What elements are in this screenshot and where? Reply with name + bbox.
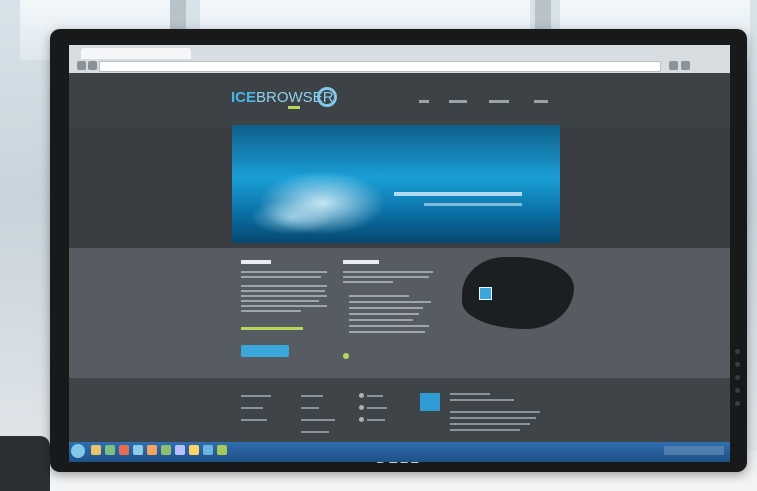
monitor-button bbox=[735, 375, 740, 380]
text-line bbox=[241, 285, 327, 287]
text-line bbox=[241, 300, 319, 302]
nav-item[interactable] bbox=[489, 100, 509, 103]
text-line bbox=[343, 276, 429, 278]
taskbar-app-icon[interactable] bbox=[203, 445, 213, 455]
taskbar-app-icon[interactable] bbox=[133, 445, 143, 455]
cta-button[interactable] bbox=[241, 345, 289, 357]
text-line bbox=[349, 313, 419, 315]
footer-badge bbox=[420, 393, 440, 411]
hero-banner-image bbox=[232, 125, 560, 243]
social-icon[interactable] bbox=[359, 393, 364, 398]
text-line bbox=[241, 310, 301, 312]
footer-link[interactable] bbox=[367, 395, 383, 397]
monitor-button bbox=[735, 401, 740, 406]
text-line bbox=[343, 281, 393, 283]
text-line bbox=[241, 271, 327, 273]
system-tray[interactable] bbox=[664, 446, 724, 455]
photo-scene: DELL ICEBROWSER bbox=[0, 0, 757, 491]
taskbar-app-icon[interactable] bbox=[189, 445, 199, 455]
column-heading bbox=[241, 260, 271, 264]
settings-icon[interactable] bbox=[681, 61, 690, 70]
hero-subheadline bbox=[424, 203, 522, 206]
monitor-screen: ICEBROWSER bbox=[69, 45, 730, 462]
taskbar-app-icon[interactable] bbox=[119, 445, 129, 455]
nav-item[interactable] bbox=[449, 100, 467, 103]
desk-object bbox=[0, 436, 50, 491]
footer-text bbox=[450, 399, 514, 401]
nav-item[interactable] bbox=[534, 100, 548, 103]
map-pin-icon bbox=[479, 287, 492, 300]
browser-tab[interactable] bbox=[81, 48, 191, 59]
monitor-button bbox=[735, 388, 740, 393]
site-footer bbox=[69, 378, 730, 442]
green-link[interactable] bbox=[241, 327, 303, 330]
text-line bbox=[241, 305, 327, 307]
taskbar-app-icon[interactable] bbox=[217, 445, 227, 455]
hero-headline bbox=[394, 192, 522, 196]
taskbar-app-icon[interactable] bbox=[147, 445, 157, 455]
text-line bbox=[241, 276, 321, 278]
footer-text bbox=[450, 429, 520, 431]
footer-link[interactable] bbox=[301, 419, 335, 421]
footer-text bbox=[450, 423, 530, 425]
start-button-icon[interactable] bbox=[71, 444, 85, 458]
logo-primary: ICE bbox=[231, 89, 257, 106]
text-line bbox=[349, 307, 423, 309]
taskbar-app-icon[interactable] bbox=[175, 445, 185, 455]
footer-link[interactable] bbox=[241, 395, 271, 397]
logo-gear-icon bbox=[317, 87, 337, 107]
monitor-button bbox=[735, 362, 740, 367]
text-line bbox=[241, 290, 325, 292]
footer-link[interactable] bbox=[301, 395, 323, 397]
footer-link[interactable] bbox=[241, 407, 263, 409]
text-line bbox=[349, 319, 413, 321]
text-line bbox=[349, 301, 431, 303]
text-line bbox=[349, 325, 429, 327]
social-icon[interactable] bbox=[359, 405, 364, 410]
site-header bbox=[69, 73, 730, 128]
nav-item[interactable] bbox=[419, 100, 429, 103]
monitor-buttons bbox=[735, 349, 740, 414]
footer-link[interactable] bbox=[367, 407, 387, 409]
monitor-button bbox=[735, 349, 740, 354]
taskbar-app-icon[interactable] bbox=[105, 445, 115, 455]
column-heading bbox=[343, 260, 379, 264]
text-line bbox=[349, 331, 425, 333]
star-icon[interactable] bbox=[669, 61, 678, 70]
text-line bbox=[343, 271, 433, 273]
footer-text bbox=[450, 417, 536, 419]
logo-tagline-mark bbox=[288, 106, 300, 109]
taskbar-app-icon[interactable] bbox=[91, 445, 101, 455]
taskbar-app-icon[interactable] bbox=[161, 445, 171, 455]
footer-link[interactable] bbox=[301, 431, 329, 433]
feature-icon bbox=[343, 353, 349, 359]
social-icon[interactable] bbox=[359, 417, 364, 422]
footer-link[interactable] bbox=[367, 419, 385, 421]
address-bar[interactable] bbox=[99, 61, 661, 72]
text-line bbox=[349, 295, 409, 297]
forward-icon[interactable] bbox=[88, 61, 97, 70]
text-line bbox=[241, 295, 327, 297]
back-icon[interactable] bbox=[77, 61, 86, 70]
footer-link[interactable] bbox=[301, 407, 319, 409]
footer-link[interactable] bbox=[241, 419, 267, 421]
footer-text bbox=[450, 393, 490, 395]
footer-text bbox=[450, 411, 540, 413]
